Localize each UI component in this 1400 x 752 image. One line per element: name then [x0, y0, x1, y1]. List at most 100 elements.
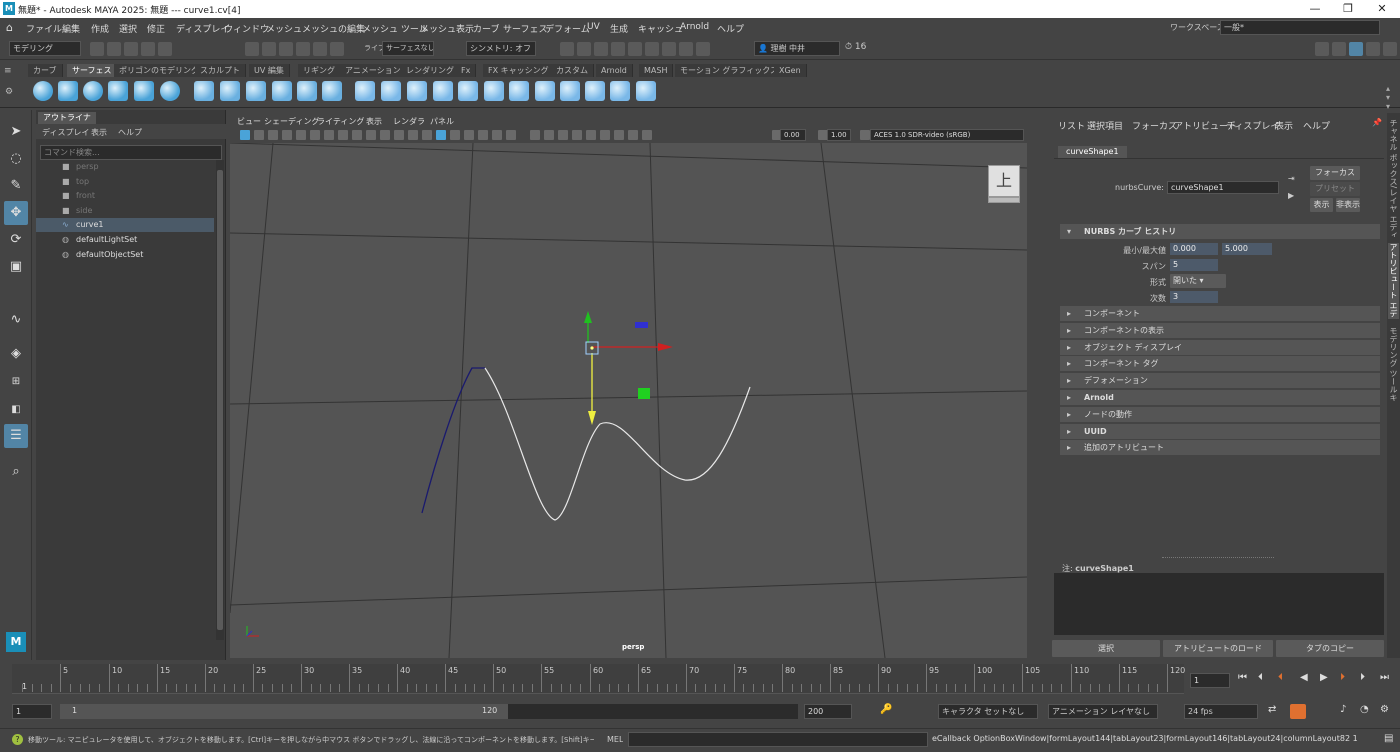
menu-item[interactable]: Arnold [680, 22, 709, 32]
depth-of-field-icon[interactable] [642, 130, 652, 140]
project-curve-icon[interactable] [433, 81, 453, 101]
section-header[interactable]: コンポーネントの表示 [1060, 322, 1380, 338]
nurbs-torus-icon[interactable] [160, 81, 180, 101]
time-slider[interactable]: 5 10 15 20 25 30 35 40 45 50 55 60 65 70 75 80 85 90 95 100… [0, 662, 1400, 698]
workspace-select[interactable]: 一般* [1220, 20, 1380, 35]
manipulator-x-arrow-icon[interactable] [658, 343, 673, 351]
nurbs-curve[interactable] [421, 367, 751, 521]
smooth-shade-icon[interactable] [436, 130, 446, 140]
snap-surface-icon[interactable] [313, 42, 327, 56]
resolution-gate-icon[interactable] [352, 130, 362, 140]
maya-home-icon[interactable]: M [6, 632, 26, 652]
snap-view-icon[interactable] [296, 42, 310, 56]
auto-key-icon[interactable]: 🔑 [880, 704, 892, 715]
select-button[interactable]: 選択 [1052, 640, 1160, 657]
shelf-scroll-icon[interactable]: ▴ ▾ ▾ [1386, 84, 1390, 111]
hide-button[interactable]: 非表示 [1336, 198, 1360, 212]
menu-item[interactable]: UV [587, 22, 600, 32]
snap-grid-icon[interactable] [245, 42, 259, 56]
menu-item[interactable]: ファイル [26, 22, 62, 35]
image-plane-icon[interactable] [282, 130, 292, 140]
menu-item[interactable]: カーブ [473, 22, 499, 35]
outliner-tab[interactable]: アウトライナ [38, 112, 96, 124]
extend-icon[interactable] [509, 81, 529, 101]
xray-icon[interactable] [492, 130, 502, 140]
step-forward-icon[interactable]: ⏵ [1360, 672, 1365, 683]
rotate-tool-icon[interactable]: ⟳ [4, 228, 28, 252]
new-scene-icon[interactable] [90, 42, 104, 56]
section-header[interactable]: デフォメーション [1060, 373, 1380, 389]
revolve-icon[interactable] [194, 81, 214, 101]
menu-item[interactable]: メッシュ表示 [420, 22, 474, 35]
animation-start-field[interactable]: 1 [12, 704, 52, 719]
light-editor-icon[interactable] [645, 42, 659, 56]
preset-button[interactable]: プリセット [1310, 182, 1360, 196]
play-icon[interactable] [679, 42, 693, 56]
menu-item[interactable]: ヘルプ [717, 22, 744, 35]
isolate-select-icon[interactable] [614, 130, 624, 140]
outliner-item-top[interactable]: ■ top [36, 175, 214, 189]
go-to-start-icon[interactable]: ⏮ [1238, 672, 1247, 683]
modeling-toolkit-icon[interactable] [1315, 42, 1329, 56]
pause-icon[interactable] [696, 42, 710, 56]
maximize-icon[interactable]: ❐ [1338, 1, 1358, 16]
snap-point-icon[interactable] [279, 42, 293, 56]
lasso-tool-icon[interactable]: ◌ [4, 147, 28, 171]
node-name-field[interactable]: curveShape1 [1167, 181, 1279, 194]
pin-icon[interactable]: 📌 [1372, 118, 1382, 127]
attribute-editor-icon[interactable] [1349, 42, 1363, 56]
screen-space-ao-icon[interactable] [572, 130, 582, 140]
outliner-scrollbar[interactable] [216, 160, 224, 640]
outliner-menu-show[interactable]: 表示 [91, 127, 107, 138]
modeling-toolkit-tab[interactable]: モデリング ツールキット [1388, 327, 1399, 403]
move-manipulator[interactable] [584, 311, 673, 425]
outliner-item-defaultObjectSet[interactable]: ◍ defaultObjectSet [36, 248, 214, 262]
copy-tab-button[interactable]: タブのコピー [1276, 640, 1384, 657]
menu-item[interactable]: 修正 [147, 22, 165, 35]
3d-viewport[interactable]: 上 persp [230, 143, 1027, 658]
xray-joints-icon[interactable] [506, 130, 516, 140]
grease-pencil-icon[interactable] [310, 130, 320, 140]
render-setup-icon[interactable] [628, 42, 642, 56]
intersect-icon[interactable] [407, 81, 427, 101]
minimize-icon[interactable]: — [1305, 1, 1325, 16]
notes-textarea[interactable] [1054, 573, 1384, 635]
menu-item[interactable]: メッシュ [266, 22, 302, 35]
outliner-item-defaultLightSet[interactable]: ◍ defaultLightSet [36, 233, 214, 247]
film-gate-icon[interactable] [338, 130, 348, 140]
snap-edge-icon[interactable] [330, 42, 344, 56]
anti-aliasing-icon[interactable] [600, 130, 610, 140]
spans-field[interactable]: 5 [1170, 259, 1218, 271]
section-header[interactable]: Arnold [1060, 390, 1380, 405]
menu-item[interactable]: デフォーム [545, 22, 590, 35]
motion-blur-icon[interactable] [586, 130, 596, 140]
outliner-item-persp[interactable]: ■ persp [36, 160, 214, 174]
symmetry-select[interactable]: シンメトリ: オフ [466, 41, 536, 56]
manipulator-y-arrow-icon[interactable] [584, 311, 592, 323]
menu-item[interactable]: ディスプレイ [176, 22, 229, 35]
view-cube[interactable]: 上 [986, 163, 1024, 207]
wireframe-icon[interactable] [422, 130, 432, 140]
bookmark-icon[interactable] [268, 130, 278, 140]
outliner-layout-icon[interactable]: ☰ [4, 424, 28, 448]
home-icon[interactable]: ⌂ [6, 21, 13, 34]
menu-item[interactable]: 編集 [62, 22, 80, 35]
single-perspective-layout-icon[interactable]: ◈ [4, 342, 28, 366]
planar-icon[interactable] [246, 81, 266, 101]
save-scene-icon[interactable] [124, 42, 138, 56]
range-bar[interactable]: 1 120 [60, 704, 798, 719]
load-attributes-button[interactable]: アトリビュートのロード [1163, 640, 1273, 657]
nurbs-plane-icon[interactable] [134, 81, 154, 101]
channel-box-icon[interactable] [1383, 42, 1397, 56]
nurbs-cylinder-icon[interactable] [83, 81, 103, 101]
section-header[interactable]: UUID [1060, 423, 1380, 439]
redo-icon[interactable] [158, 42, 172, 56]
rebuild-icon[interactable] [585, 81, 605, 101]
menu-item[interactable]: メッシュの編集 [302, 22, 365, 35]
trim-icon[interactable] [458, 81, 478, 101]
view-cube-side-face[interactable] [988, 197, 1020, 203]
outliner-item-side[interactable]: ■ side [36, 204, 214, 218]
section-header[interactable]: オブジェクト ディスプレイ [1060, 339, 1380, 355]
untrim-icon[interactable] [484, 81, 504, 101]
focus-arrow-icon[interactable]: ⇥ [1288, 174, 1295, 183]
